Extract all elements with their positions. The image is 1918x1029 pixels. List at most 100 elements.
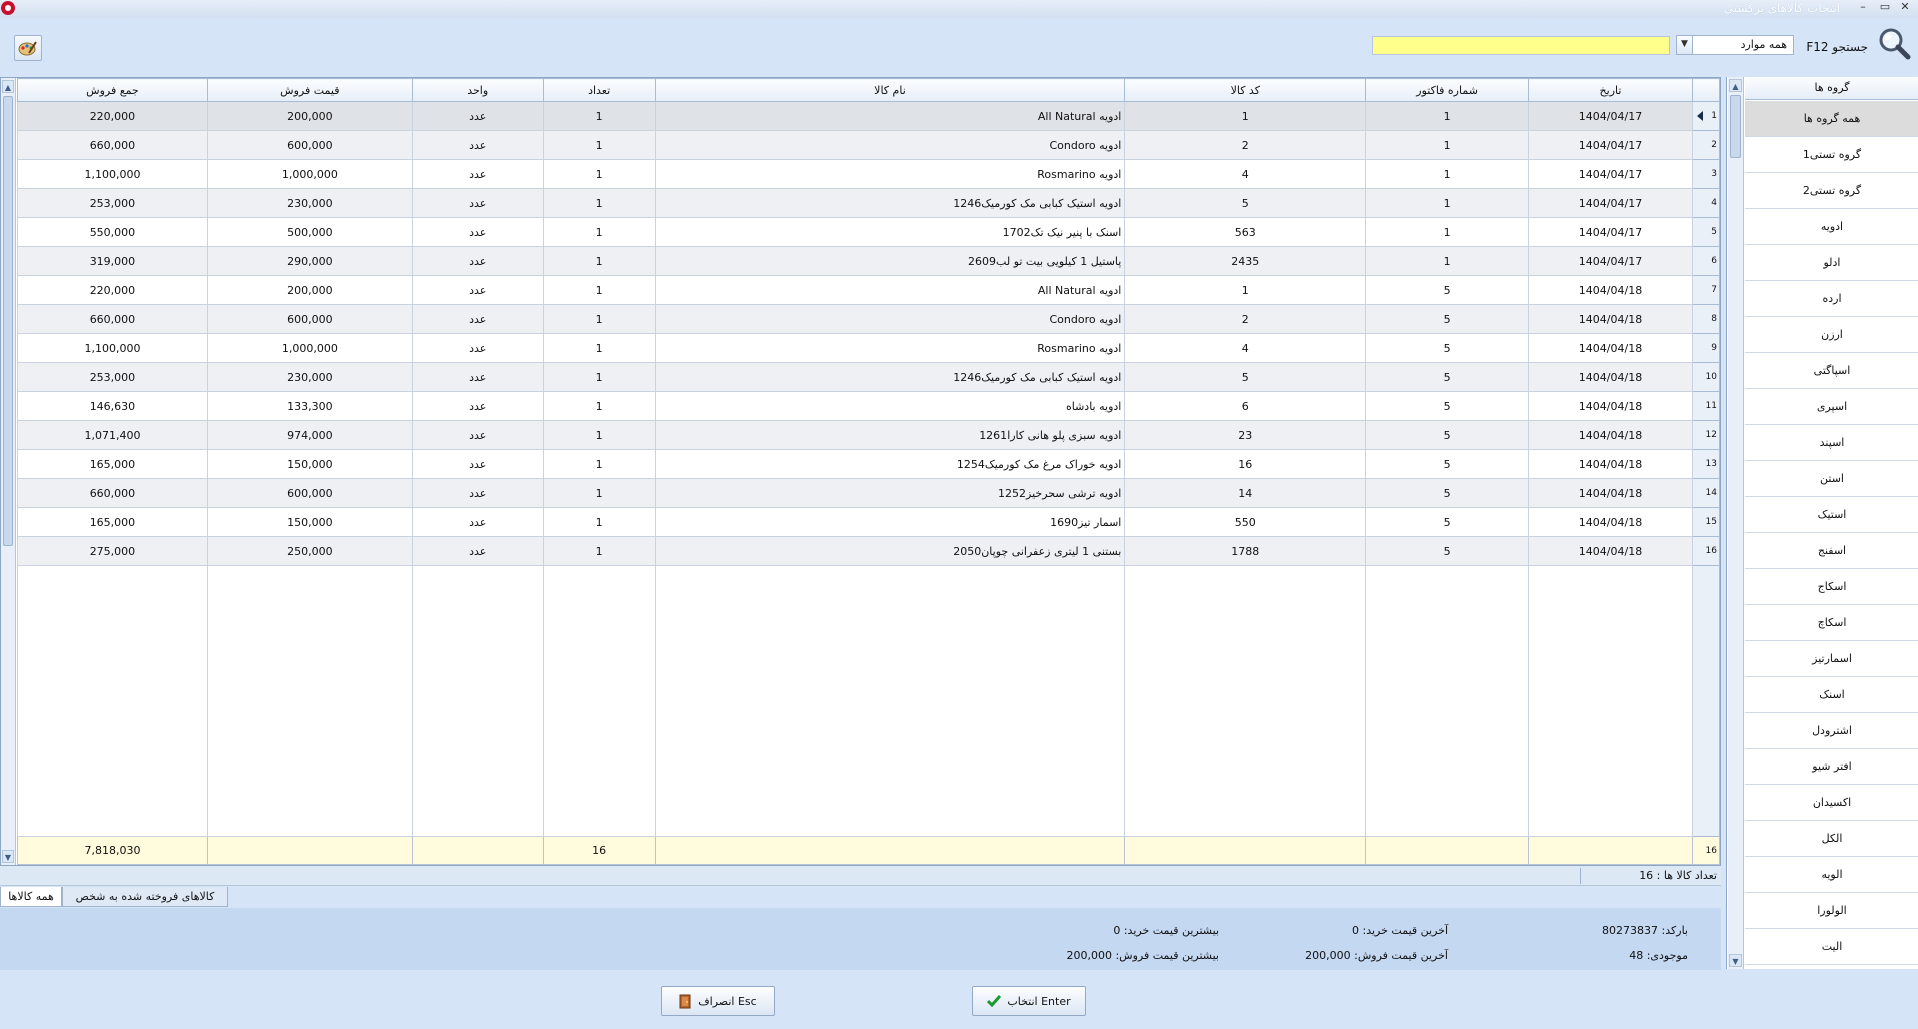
tab-all-items[interactable]: همه کالاها (0, 887, 62, 907)
theme-button[interactable] (14, 35, 42, 61)
cell-product-code[interactable]: 2435 (1124, 246, 1367, 276)
cell-product-code[interactable]: 14 (1124, 478, 1367, 508)
cell-unit[interactable]: عدد (411, 130, 544, 160)
cell-product-name[interactable]: ادویه سبزی پلو هانی کارا1261 (654, 420, 1126, 450)
scroll-thumb[interactable] (3, 96, 13, 546)
cell-invoice-number[interactable]: 5 (1365, 420, 1530, 450)
cell-product-code[interactable]: 1788 (1124, 536, 1367, 566)
cell-date[interactable]: 1404/04/17 (1528, 246, 1693, 276)
cell-total[interactable]: 1,100,000 (17, 333, 208, 363)
column-header-product-name[interactable]: نام کالا (654, 78, 1126, 102)
cell-date[interactable]: 1404/04/17 (1528, 130, 1693, 160)
cell-unit[interactable]: عدد (411, 391, 544, 421)
cell-total[interactable]: 660,000 (17, 304, 208, 334)
cell-product-name[interactable]: ادویه All Natural (654, 101, 1126, 131)
table-row[interactable]: 660,000 600,000 عدد 1 ادویه ترشی سحرخیز1252 1… (17, 478, 1721, 508)
column-header-unit[interactable]: واحد (411, 78, 544, 102)
cell-price[interactable]: 200,000 (206, 275, 413, 305)
cell-price[interactable]: 600,000 (206, 130, 413, 160)
table-row[interactable]: 253,000 230,000 عدد 1 ادویه استیک کبابی مک ک… (17, 188, 1721, 218)
cell-date[interactable]: 1404/04/18 (1528, 362, 1693, 392)
cell-total[interactable]: 146,630 (17, 391, 208, 421)
cell-product-name[interactable]: ادویه خوراک مرغ مک کورمیک1254 (654, 449, 1126, 479)
row-indicator[interactable]: 13 (1691, 449, 1721, 479)
row-indicator[interactable]: 14 (1691, 478, 1721, 508)
cell-quantity[interactable]: 1 (542, 391, 656, 421)
cell-date[interactable]: 1404/04/18 (1528, 333, 1693, 363)
group-item[interactable]: ارزن (1745, 317, 1918, 353)
cell-invoice-number[interactable]: 1 (1365, 217, 1530, 247)
cell-total[interactable]: 165,000 (17, 449, 208, 479)
group-item[interactable]: اسنک (1745, 677, 1918, 713)
cell-total[interactable]: 1,071,400 (17, 420, 208, 450)
table-row[interactable]: 253,000 230,000 عدد 1 ادویه استیک کبابی مک ک… (17, 362, 1721, 392)
cell-invoice-number[interactable]: 5 (1365, 449, 1530, 479)
table-row[interactable]: 1,100,000 1,000,000 عدد 1 ادویه Rosmarino 4 5 1… (17, 333, 1721, 363)
row-indicator[interactable]: 2 (1691, 130, 1721, 160)
scroll-down-icon[interactable]: ▼ (1729, 954, 1742, 967)
cell-invoice-number[interactable]: 1 (1365, 159, 1530, 189)
cell-date[interactable]: 1404/04/18 (1528, 391, 1693, 421)
cell-product-code[interactable]: 16 (1124, 449, 1367, 479)
cell-quantity[interactable]: 1 (542, 101, 656, 131)
table-row[interactable]: 1,100,000 1,000,000 عدد 1 ادویه Rosmarino 4 1 1… (17, 159, 1721, 189)
cell-price[interactable]: 500,000 (206, 217, 413, 247)
cell-product-name[interactable]: ادویه استیک کبابی مک کورمیک1246 (654, 362, 1126, 392)
cell-product-name[interactable]: ادویه All Natural (654, 275, 1126, 305)
cell-unit[interactable]: عدد (411, 188, 544, 218)
cell-unit[interactable]: عدد (411, 246, 544, 276)
scroll-down-icon[interactable]: ▼ (2, 850, 14, 863)
cell-product-code[interactable]: 5 (1124, 362, 1367, 392)
row-indicator[interactable]: 10 (1691, 362, 1721, 392)
tab-sold-to-person[interactable]: کالاهای فروخته شده به شخص (62, 887, 228, 907)
cell-product-code[interactable]: 4 (1124, 333, 1367, 363)
cell-unit[interactable]: عدد (411, 333, 544, 363)
cell-unit[interactable]: عدد (411, 507, 544, 537)
table-row[interactable]: 319,000 290,000 عدد 1 پاستیل 1 کیلویی بیت تو… (17, 246, 1721, 276)
cell-product-code[interactable]: 1 (1124, 101, 1367, 131)
row-indicator[interactable]: 7 (1691, 275, 1721, 305)
group-item[interactable]: همه گروه ها (1745, 101, 1918, 137)
cell-date[interactable]: 1404/04/17 (1528, 217, 1693, 247)
cell-price[interactable]: 290,000 (206, 246, 413, 276)
cell-quantity[interactable]: 1 (542, 304, 656, 334)
cell-product-name[interactable]: اسمار تیز1690 (654, 507, 1126, 537)
cell-price[interactable]: 1,000,000 (206, 159, 413, 189)
cell-total[interactable]: 275,000 (17, 536, 208, 566)
scroll-up-icon[interactable]: ▲ (1729, 79, 1742, 92)
cell-quantity[interactable]: 1 (542, 536, 656, 566)
row-indicator[interactable]: 1 (1691, 101, 1721, 131)
cell-total[interactable]: 253,000 (17, 188, 208, 218)
group-item[interactable]: اسکاج (1745, 569, 1918, 605)
table-row[interactable]: 165,000 150,000 عدد 1 ادویه خوراک مرغ مک کور… (17, 449, 1721, 479)
cell-product-code[interactable]: 5 (1124, 188, 1367, 218)
cell-product-name[interactable]: بستنی 1 لیتری زعفرانی چوپان2050 (654, 536, 1126, 566)
cell-price[interactable]: 600,000 (206, 304, 413, 334)
row-indicator[interactable]: 12 (1691, 420, 1721, 450)
table-row[interactable]: 660,000 600,000 عدد 1 ادویه Condoro 2 1 1404/04… (17, 130, 1721, 160)
cell-unit[interactable]: عدد (411, 362, 544, 392)
table-row[interactable]: 146,630 133,300 عدد 1 ادویه بادشاه 6 5 1404/04/… (17, 391, 1721, 421)
cell-unit[interactable]: عدد (411, 304, 544, 334)
cell-product-name[interactable]: ادویه Rosmarino (654, 333, 1126, 363)
cell-date[interactable]: 1404/04/18 (1528, 478, 1693, 508)
cell-unit[interactable]: عدد (411, 275, 544, 305)
cell-total[interactable]: 165,000 (17, 507, 208, 537)
cell-price[interactable]: 600,000 (206, 478, 413, 508)
cell-price[interactable]: 1,000,000 (206, 333, 413, 363)
table-row[interactable]: 1,071,400 974,000 عدد 1 ادویه سبزی پلو هانی … (17, 420, 1721, 450)
cell-date[interactable]: 1404/04/17 (1528, 159, 1693, 189)
group-item[interactable]: اسپند (1745, 425, 1918, 461)
cell-product-name[interactable]: ادویه Rosmarino (654, 159, 1126, 189)
row-indicator[interactable]: 9 (1691, 333, 1721, 363)
cell-quantity[interactable]: 1 (542, 449, 656, 479)
group-item[interactable]: ادویه (1745, 209, 1918, 245)
group-item[interactable]: استیک (1745, 497, 1918, 533)
cell-invoice-number[interactable]: 1 (1365, 101, 1530, 131)
cell-quantity[interactable]: 1 (542, 217, 656, 247)
cell-product-code[interactable]: 2 (1124, 304, 1367, 334)
group-item[interactable]: اسپری (1745, 389, 1918, 425)
cell-price[interactable]: 133,300 (206, 391, 413, 421)
select-button[interactable]: انتخاب Enter (972, 986, 1086, 1016)
group-item[interactable]: اسپاگتی (1745, 353, 1918, 389)
